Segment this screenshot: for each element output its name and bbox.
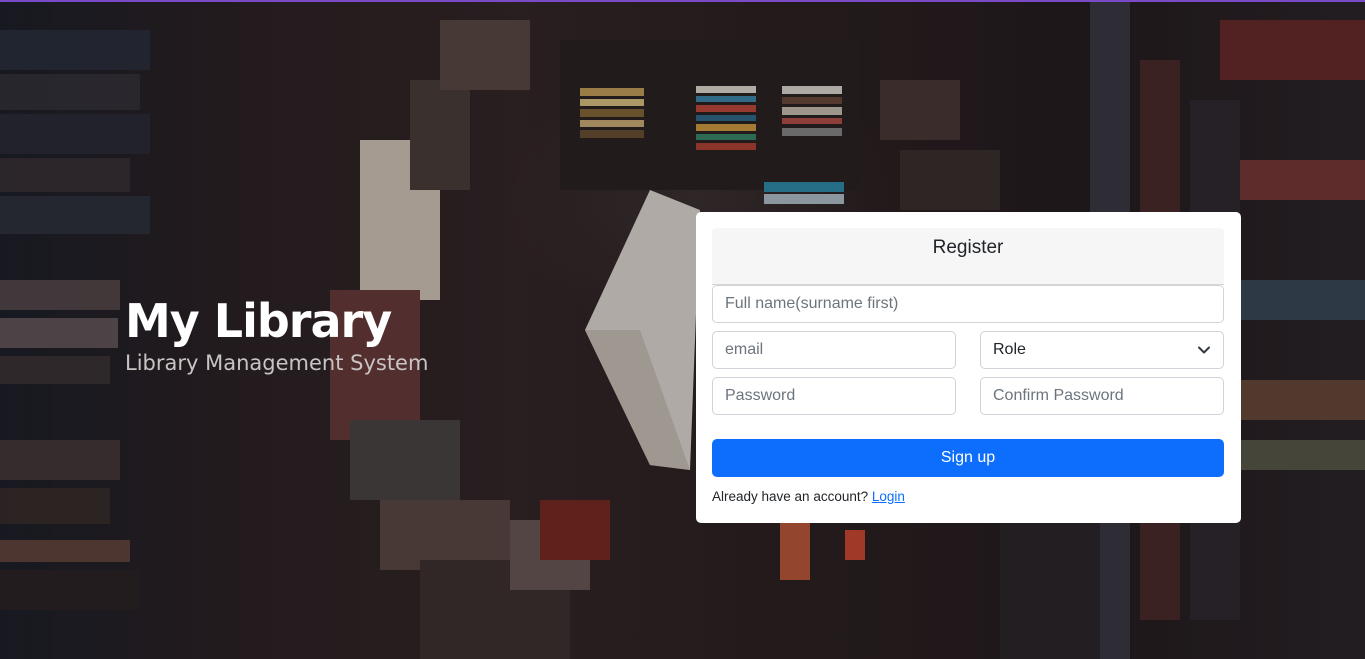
sign-up-button[interactable]: Sign up [712, 439, 1224, 477]
password-input[interactable] [725, 387, 943, 405]
email-role-row: Role [712, 331, 1224, 369]
register-card: Register Role Sign up Already have an ac… [696, 212, 1241, 523]
role-select[interactable]: Role [980, 331, 1224, 369]
brand-subtitle: Library Management System [125, 351, 429, 375]
login-prompt-text: Already have an account? [712, 489, 869, 504]
register-heading: Register [712, 228, 1224, 285]
full-name-input[interactable] [725, 295, 1211, 313]
brand-title: My Library [125, 294, 392, 348]
top-accent-bar [0, 0, 1365, 2]
password-row [712, 377, 1224, 415]
password-field[interactable] [712, 377, 956, 415]
confirm-password-input[interactable] [993, 387, 1211, 405]
email-field[interactable] [712, 331, 956, 369]
chevron-down-icon [1197, 343, 1211, 357]
email-input[interactable] [725, 341, 943, 359]
confirm-password-field[interactable] [980, 377, 1224, 415]
login-link[interactable]: Login [872, 489, 905, 504]
role-select-value: Role [993, 341, 1026, 358]
login-prompt-line: Already have an account? Login [712, 489, 1225, 504]
full-name-field[interactable] [712, 285, 1224, 323]
brand-block: My Library Library Management System [125, 292, 428, 378]
